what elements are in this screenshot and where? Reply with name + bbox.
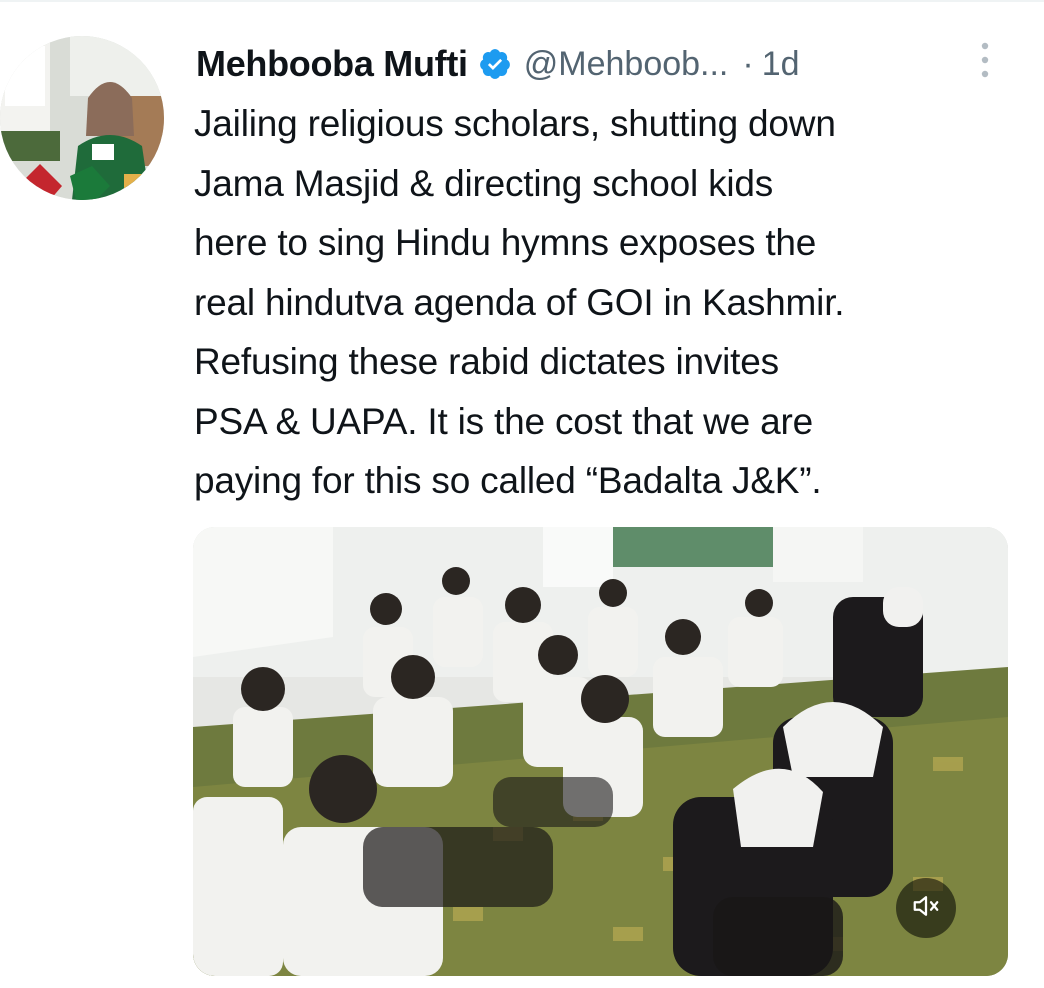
avatar-photo <box>0 36 164 200</box>
author-display-name[interactable]: Mehbooba Mufti <box>196 43 468 85</box>
mute-toggle-button[interactable] <box>896 878 956 938</box>
tweet-header: Mehbooba Mufti @Mehboob... · 1d <box>196 38 800 90</box>
speaker-muted-icon <box>911 891 941 926</box>
tweet-text: Jailing religious scholars, shutting dow… <box>194 103 845 501</box>
avatar[interactable] <box>0 36 164 200</box>
header-separator: · <box>742 44 754 83</box>
verified-badge-icon <box>478 47 512 81</box>
tweet-timestamp[interactable]: 1d <box>762 45 800 84</box>
more-vertical-icon[interactable] <box>970 40 1000 80</box>
top-divider <box>0 0 1044 2</box>
tweet-video[interactable] <box>193 527 1008 976</box>
video-frame <box>193 527 1008 976</box>
author-handle[interactable]: @Mehboob... <box>524 45 729 84</box>
